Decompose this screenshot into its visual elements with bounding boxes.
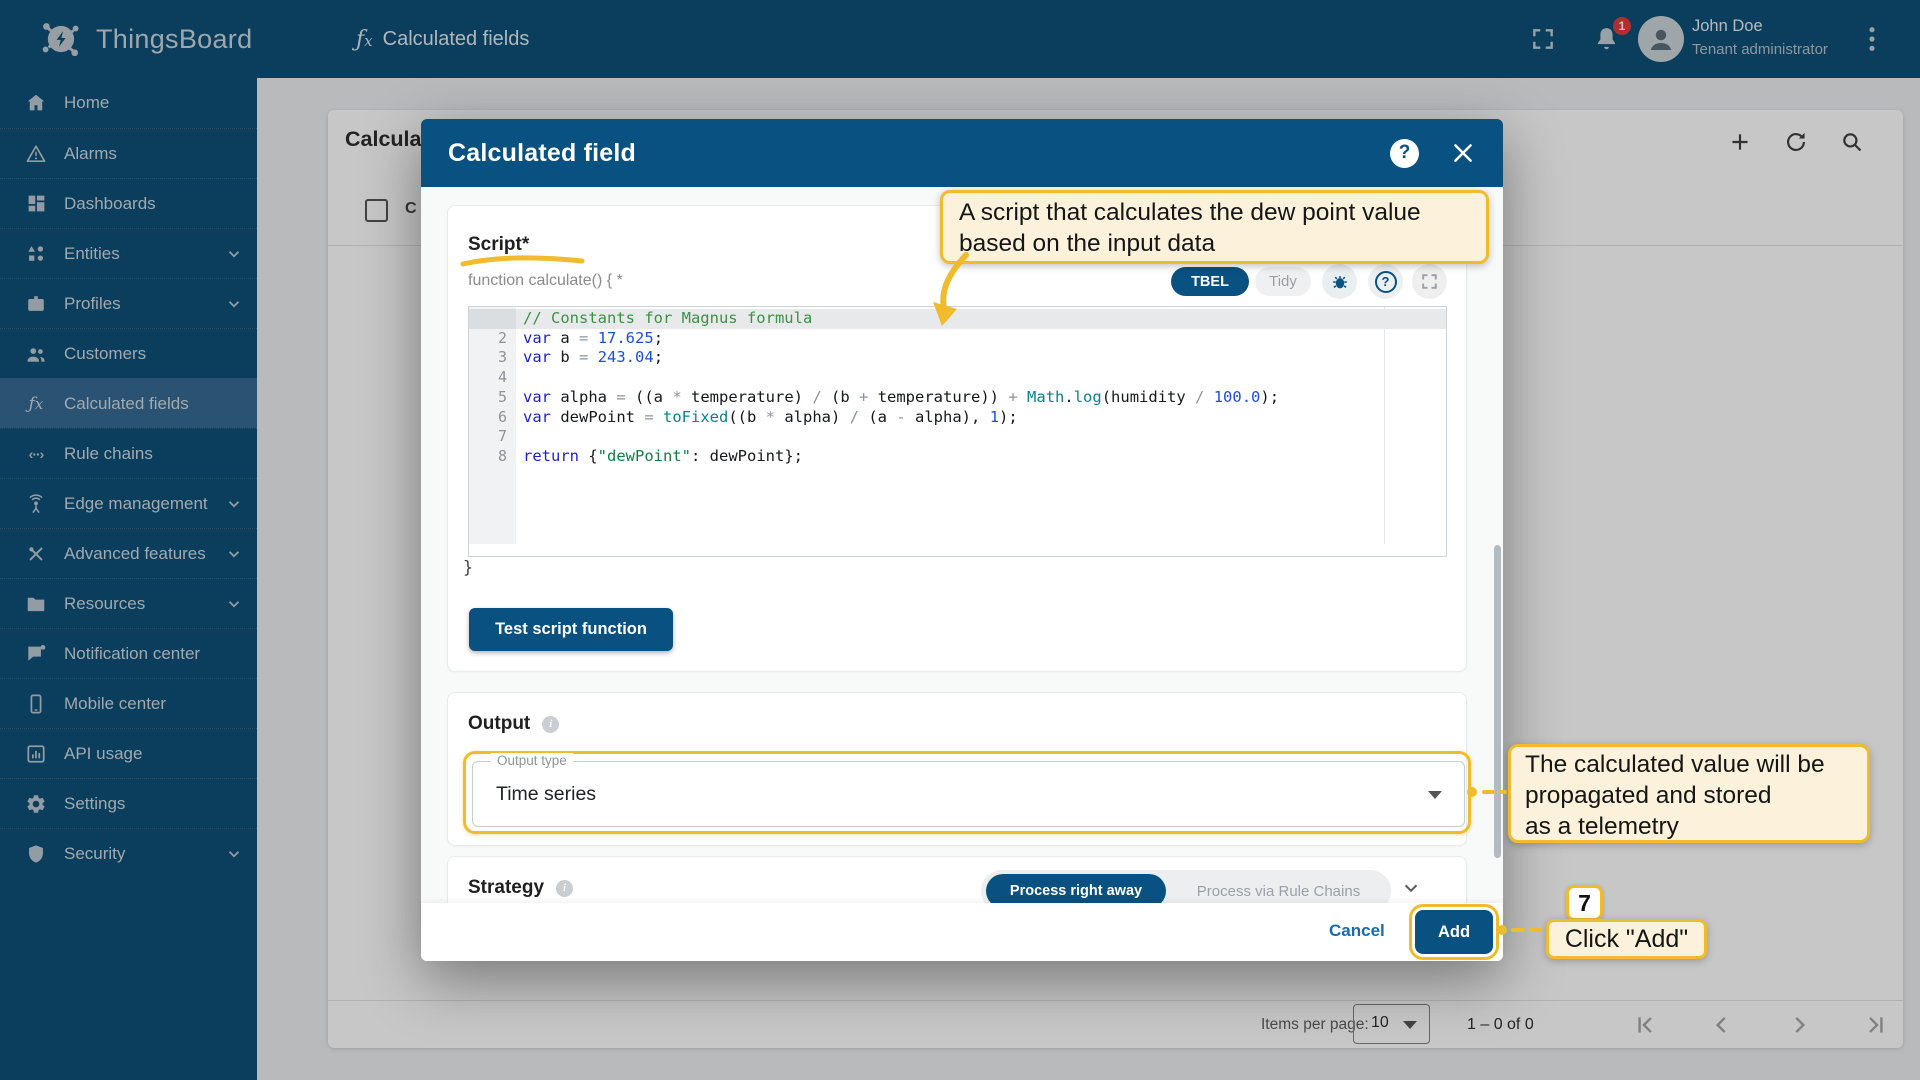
connector-dot	[1497, 925, 1507, 935]
strategy-heading: Strategy	[468, 877, 545, 898]
output-tooltip: The calculated value will be propagated …	[1508, 744, 1870, 843]
step-instruction: Click "Add"	[1546, 919, 1707, 959]
line-number: 4	[497, 368, 507, 387]
dialog-scrollbar[interactable]	[1494, 545, 1501, 858]
dialog-header: Calculated field ?	[421, 119, 1503, 187]
debug-button[interactable]	[1322, 264, 1357, 299]
step-number-badge: 7	[1566, 885, 1603, 921]
help-circle-icon: ?	[1374, 270, 1397, 293]
test-script-button[interactable]: Test script function	[469, 608, 673, 651]
connector-dash	[1482, 790, 1495, 794]
code-line: // Constants for Magnus formula	[523, 309, 813, 327]
dialog-title: Calculated field	[448, 138, 636, 167]
output-type-select[interactable]: Output type Time series	[472, 753, 1465, 827]
connector-dash	[1499, 790, 1507, 794]
code-line: var a = 17.625;	[523, 328, 664, 347]
line-number: 8	[497, 446, 507, 465]
line-number: 3	[497, 348, 507, 367]
annotation-underline	[460, 255, 585, 267]
info-icon: i	[542, 715, 560, 733]
function-signature: function calculate() { *	[468, 272, 623, 289]
code-line: var alpha = ((a * temperature) / (b + te…	[523, 387, 1280, 406]
tbel-toggle[interactable]: TBEL	[1171, 267, 1249, 296]
code-line: var b = 243.04;	[523, 348, 664, 367]
line-number: 7	[497, 427, 507, 446]
output-type-value: Time series	[496, 783, 597, 805]
tidy-button[interactable]: Tidy	[1255, 267, 1311, 296]
tooltip-line: as a telemetry	[1525, 813, 1679, 840]
annotation-field-highlight: Output type Time series	[463, 751, 1471, 834]
chevron-down-icon[interactable]	[1400, 877, 1422, 899]
connector-dash	[1511, 928, 1525, 932]
line-number: 5	[497, 387, 507, 406]
output-section: Output i Output type Time series	[447, 692, 1471, 846]
code-line: var dewPoint = toFixed((b * alpha) / (a …	[523, 407, 1018, 426]
editor-code-pane: // Constants for Magnus formula var a = 1…	[516, 307, 1446, 556]
tooltip-line: A script that calculates the dew point v…	[959, 199, 1421, 226]
annotation-arrow-icon	[933, 252, 969, 326]
script-label: Script*	[468, 234, 530, 255]
dropdown-caret-icon	[1428, 791, 1442, 799]
connector-dash	[1529, 928, 1542, 932]
tooltip-line: propagated and stored	[1525, 782, 1772, 809]
tooltip-line: The calculated value will be	[1525, 751, 1825, 778]
script-help-button[interactable]: ?	[1368, 264, 1403, 299]
cancel-button[interactable]: Cancel	[1329, 921, 1385, 941]
editor-gutter: 12345678	[469, 307, 516, 544]
info-icon: i	[556, 879, 574, 897]
add-button[interactable]: Add	[1409, 904, 1499, 960]
close-icon[interactable]	[1450, 140, 1476, 166]
help-icon[interactable]: ?	[1390, 138, 1419, 168]
thingsboard-app: ThingsBoard ƒx Calculated fields 1 John …	[0, 0, 1920, 1080]
line-number: 2	[497, 328, 507, 347]
closing-brace: }	[463, 558, 473, 577]
output-type-label: Output type	[491, 753, 573, 768]
fullscreen-icon	[1422, 274, 1437, 289]
line-number: 6	[497, 407, 507, 426]
script-tooltip: A script that calculates the dew point v…	[940, 190, 1489, 264]
dialog-footer: Cancel Add	[421, 903, 1503, 961]
code-line: return {"dewPoint": dewPoint};	[523, 446, 803, 465]
bug-icon	[1332, 275, 1347, 288]
code-editor[interactable]: 12345678 // Constants for Magnus formula…	[468, 306, 1447, 557]
output-heading: Output	[468, 713, 531, 734]
active-line-gutter-highlight	[469, 309, 516, 329]
editor-fullscreen-button[interactable]	[1412, 264, 1447, 299]
connector-dot	[1467, 787, 1477, 797]
tooltip-line: based on the input data	[959, 230, 1216, 257]
